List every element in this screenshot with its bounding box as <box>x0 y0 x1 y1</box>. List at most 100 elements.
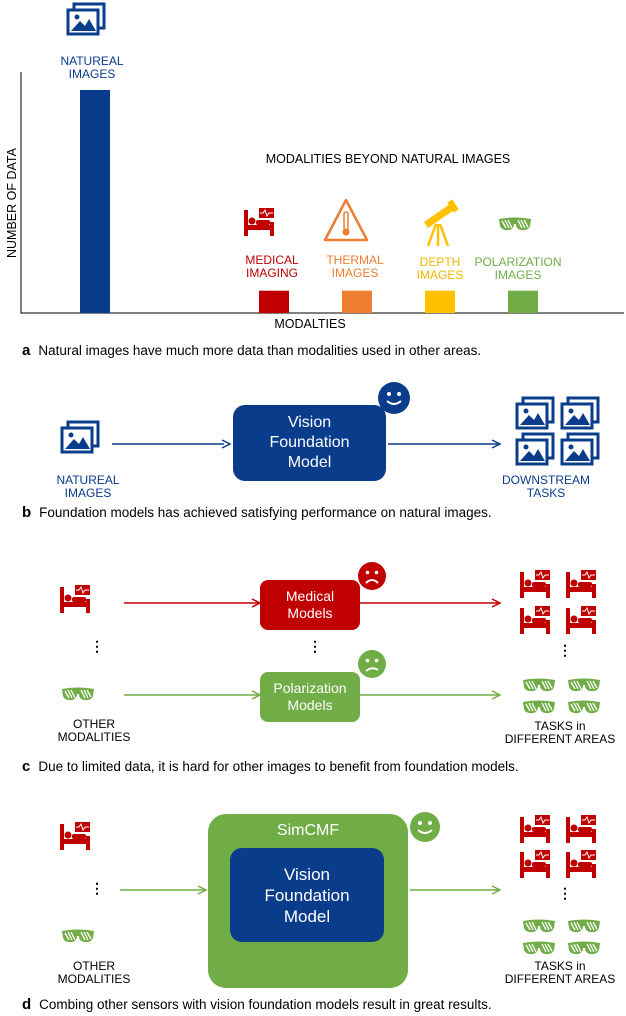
model-line3: Model <box>283 906 331 926</box>
model-line1: Vision <box>283 864 330 884</box>
arrow-out <box>410 885 502 895</box>
hospital-bed-icon <box>59 584 91 614</box>
vertical-ellipsis: ⋮ <box>558 885 572 901</box>
sunglasses-icon <box>61 928 95 943</box>
simcmf-box: SimCMF Vision Foundation Model <box>208 814 408 988</box>
model-line2: Foundation <box>264 885 350 905</box>
sad-face-icon <box>358 562 386 590</box>
sunglasses-icon <box>567 918 601 933</box>
caption-a-letter: a <box>22 342 31 359</box>
hospital-bed-icon <box>519 605 551 635</box>
caption-c-letter: c <box>22 758 31 775</box>
caption-b-text: Foundation models has achieved satisfyin… <box>39 505 492 520</box>
input-label-line2: IMAGES <box>64 486 112 500</box>
input-label-line2: MODALITIES <box>57 972 131 986</box>
bar-polarization-images <box>508 290 538 313</box>
image-icon <box>515 432 555 466</box>
vision-foundation-model-box: Vision Foundation Model <box>233 405 386 481</box>
arrow-polar-in <box>124 690 262 700</box>
happy-face-icon <box>378 382 410 414</box>
caption-b-letter: b <box>22 504 32 521</box>
sunglasses-icon <box>567 699 601 714</box>
vertical-ellipsis: ⋮ <box>90 638 104 654</box>
beyond-natural-label: MODALITIES BEYOND NATURAL IMAGES <box>265 152 511 166</box>
polarization-label-line2: IMAGES <box>494 268 542 282</box>
model-line2: Foundation <box>269 434 350 451</box>
sunglasses-icon <box>522 918 556 933</box>
downstream-tasks-label: DOWNSTREAM TASKS <box>496 474 596 500</box>
tasks-different-areas-label: TASKS in DIFFERENT AREAS <box>500 720 620 746</box>
hospital-bed-icon <box>565 814 597 844</box>
hospital-bed-icon <box>519 814 551 844</box>
natural-image-icon <box>60 420 100 454</box>
output-label-line2: DIFFERENT AREAS <box>504 972 616 986</box>
arrow-medical-out <box>360 598 502 608</box>
caption-b: b Foundation models has achieved satisfyi… <box>22 504 492 521</box>
sunglasses-icon <box>567 940 601 955</box>
sunglasses-icon <box>567 677 601 692</box>
vertical-ellipsis: ⋮ <box>308 638 322 654</box>
bar-natureal-images <box>80 90 110 313</box>
medical-model-line2: Models <box>287 605 333 621</box>
medical-label: MEDICAL IMAGING <box>232 254 312 280</box>
sunglasses-icon <box>61 686 95 701</box>
arrow-model-to-tasks <box>388 439 502 449</box>
arrow-input-to-model <box>112 439 232 449</box>
caption-c: c Due to limited data, it is hard for oth… <box>22 758 519 775</box>
sunglasses-icon <box>522 940 556 955</box>
depth-label-line2: IMAGES <box>416 268 464 282</box>
happy-face-icon <box>410 812 440 842</box>
simcmf-title: SimCMF <box>276 822 340 839</box>
hospital-bed-icon <box>519 849 551 879</box>
model-line1: Vision <box>287 414 332 431</box>
hospital-bed-icon <box>565 569 597 599</box>
polarization-models-box: Polarization Models <box>260 672 360 722</box>
medical-models-box: Medical Models <box>260 580 360 630</box>
image-icon <box>560 432 600 466</box>
hospital-bed-icon <box>243 207 275 237</box>
thermal-label-line2: IMAGES <box>331 266 379 280</box>
polarization-label: POLARIZATION IMAGES <box>470 256 566 282</box>
hospital-bed-icon <box>565 605 597 635</box>
natural-images-label: NATUREAL IMAGES <box>48 474 128 500</box>
output-label-line2: DIFFERENT AREAS <box>504 732 616 746</box>
bar-medical-imaging <box>259 290 289 313</box>
arrow-medical-in <box>124 598 262 608</box>
caption-d-text: Combing other sensors with vision founda… <box>39 997 492 1012</box>
caption-d-letter: d <box>22 996 32 1013</box>
arrow-in <box>120 885 208 895</box>
sunglasses-icon <box>522 677 556 692</box>
hospital-bed-icon <box>59 821 91 851</box>
image-icon <box>560 396 600 430</box>
output-label-line2: TASKS <box>526 486 566 500</box>
input-label-line2: MODALITIES <box>57 730 131 744</box>
polar-model-line1: Polarization <box>273 680 347 696</box>
sunglasses-icon <box>498 216 532 231</box>
other-modalities-label: OTHER MODALITIES <box>44 960 144 986</box>
polar-model-line2: Models <box>287 697 333 713</box>
caption-c-text: Due to limited data, it is hard for othe… <box>38 759 519 774</box>
hospital-bed-icon <box>519 569 551 599</box>
medical-label-line2: IMAGING <box>245 266 298 280</box>
sunglasses-icon <box>522 699 556 714</box>
arrow-polar-out <box>360 690 502 700</box>
vertical-ellipsis: ⋮ <box>90 880 104 896</box>
other-modalities-label: OTHER MODALITIES <box>44 718 144 744</box>
caption-a: a Natural images have much more data than… <box>22 342 481 359</box>
hospital-bed-icon <box>565 849 597 879</box>
sad-face-icon <box>358 650 386 678</box>
vision-foundation-model-box: Vision Foundation Model <box>230 848 384 942</box>
model-line3: Model <box>287 454 332 471</box>
image-icon <box>515 396 555 430</box>
bar-depth-images <box>425 290 455 313</box>
depth-label: DEPTH IMAGES <box>400 256 480 282</box>
bar-thermal-images <box>342 290 372 313</box>
tasks-different-areas-label: TASKS in DIFFERENT AREAS <box>500 960 620 986</box>
thermal-label: THERMAL IMAGES <box>315 254 395 280</box>
caption-d: d Combing other sensors with vision found… <box>22 996 492 1013</box>
telescope-icon <box>424 199 459 247</box>
caption-a-text: Natural images have much more data than … <box>38 343 482 358</box>
thermometer-warning-icon <box>323 198 369 242</box>
medical-model-line1: Medical <box>285 588 335 604</box>
x-axis-label: MODALTIES <box>274 317 346 331</box>
